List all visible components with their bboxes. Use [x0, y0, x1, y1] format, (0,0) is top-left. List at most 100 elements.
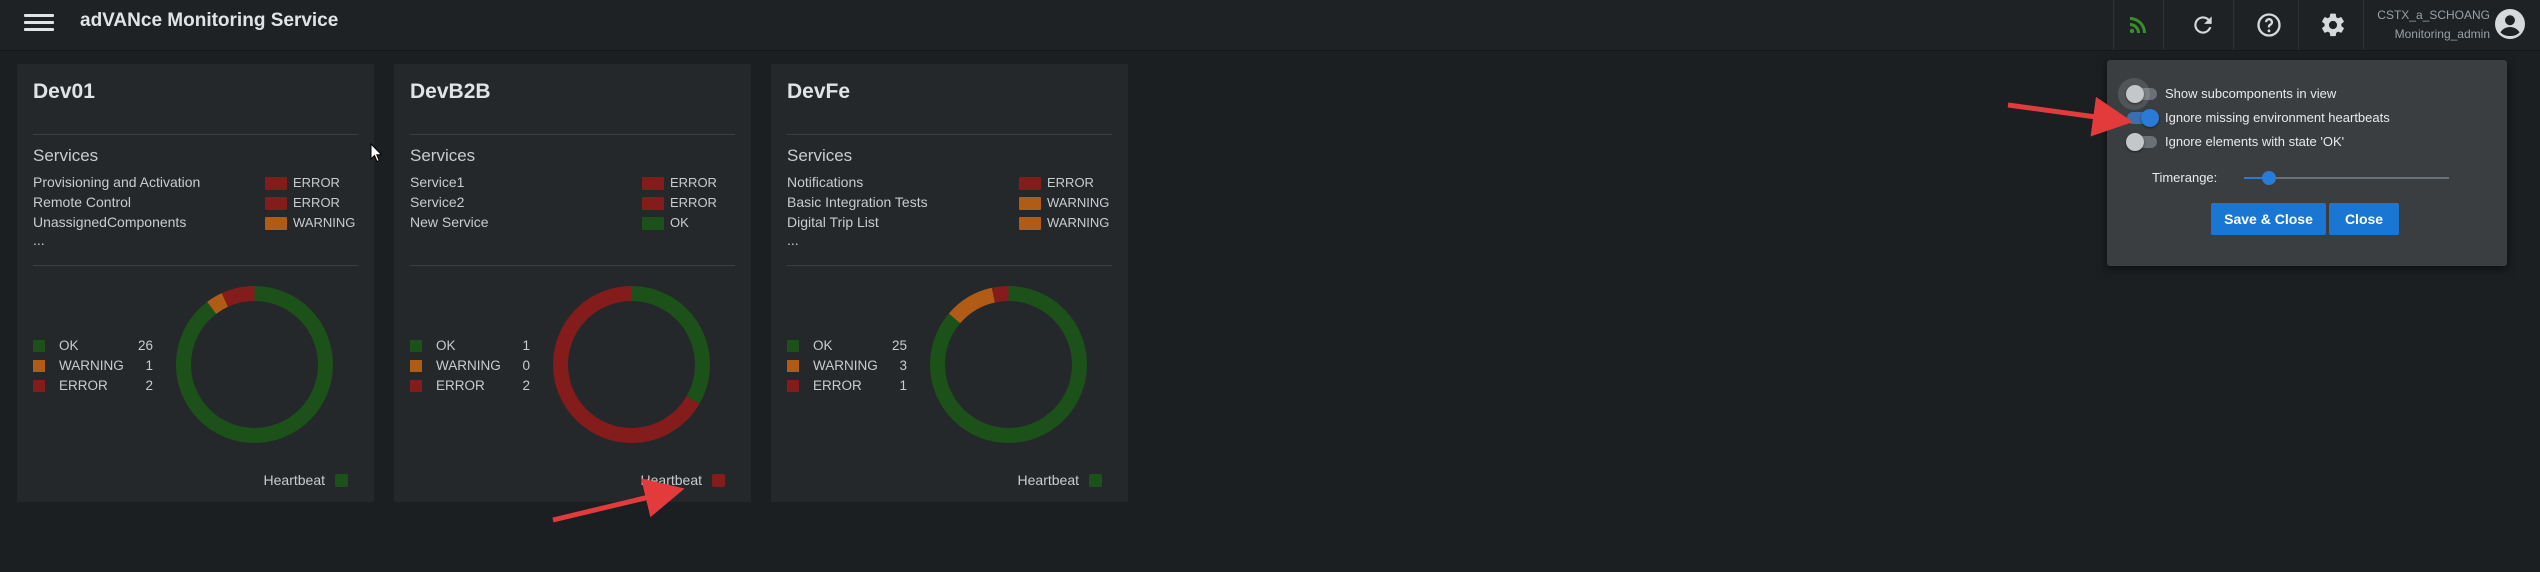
legend-row: ERROR 2 — [410, 376, 535, 396]
legend-count: 3 — [899, 358, 907, 373]
help-icon[interactable] — [2252, 8, 2286, 42]
service-row[interactable]: Basic Integration Tests WARNING — [787, 194, 1122, 214]
donut-segment-ok[interactable] — [176, 286, 333, 443]
service-status-dot — [642, 197, 664, 210]
heartbeat-status-dot — [335, 473, 348, 487]
legend-row: WARNING 3 — [787, 356, 912, 376]
timerange-label: Timerange: — [2152, 170, 2218, 185]
card-title: DevB2B — [410, 80, 491, 103]
heartbeat-label: Heartbeat — [1017, 472, 1079, 488]
toolbar-divider — [2113, 0, 2114, 50]
toggle-switch[interactable] — [2118, 78, 2157, 110]
service-name: UnassignedComponents — [33, 214, 187, 230]
legend-label: ERROR — [813, 378, 862, 393]
legend-swatch — [33, 380, 45, 392]
environment-card[interactable]: DevB2B Services Service1 ERROR Service2 ERR… — [394, 64, 751, 502]
heartbeat-label: Heartbeat — [640, 472, 702, 488]
service-row[interactable]: Service2 ERROR — [410, 194, 745, 214]
service-status: OK — [670, 215, 689, 230]
toolbar-divider — [2163, 0, 2164, 50]
toggle-knob — [2126, 133, 2144, 151]
legend-row: OK 25 — [787, 336, 912, 356]
toggle-label: Show subcomponents in view — [2165, 86, 2337, 101]
service-status-dot — [642, 217, 664, 230]
divider — [410, 134, 735, 135]
more-services-indicator[interactable]: ... — [33, 233, 368, 250]
settings-gear-icon[interactable] — [2316, 8, 2350, 42]
legend-label: WARNING — [59, 358, 124, 373]
service-row[interactable]: Service1 ERROR — [410, 174, 745, 194]
service-status: ERROR — [293, 175, 340, 190]
service-row[interactable]: Provisioning and Activation ERROR — [33, 174, 368, 194]
services-title: Services — [33, 146, 99, 165]
heartbeat-indicator: Heartbeat — [1018, 471, 1102, 488]
service-name: New Service — [410, 214, 489, 230]
user-name: CSTX_a_SCHOANG — [2377, 8, 2490, 22]
legend-swatch — [787, 360, 799, 372]
card-title: DevFe — [787, 80, 851, 103]
service-status: ERROR — [670, 195, 717, 210]
legend-row: WARNING 1 — [33, 356, 158, 376]
legend-count: 25 — [891, 338, 907, 353]
service-status-dot — [1019, 217, 1041, 230]
services-list: Provisioning and Activation ERROR Remote C… — [33, 174, 368, 250]
service-name: Service1 — [410, 174, 465, 190]
toggle-knob — [2141, 109, 2159, 127]
toggle-switch[interactable] — [2127, 109, 2159, 127]
legend-label: WARNING — [813, 358, 878, 373]
heartbeat-status-dot — [1089, 473, 1102, 487]
legend-swatch — [410, 360, 422, 372]
toggle-switch[interactable] — [2126, 133, 2157, 151]
service-row[interactable]: UnassignedComponents WARNING — [33, 214, 368, 234]
service-status: ERROR — [670, 175, 717, 190]
account-circle-icon[interactable] — [2492, 6, 2528, 42]
divider — [787, 134, 1112, 135]
refresh-icon[interactable] — [2186, 8, 2220, 42]
legend-label: ERROR — [436, 378, 485, 393]
legend-row: ERROR 1 — [787, 376, 912, 396]
legend-swatch — [787, 380, 799, 392]
legend-swatch — [410, 340, 422, 352]
mouse-cursor-icon — [370, 143, 383, 163]
card-title: Dev01 — [33, 80, 95, 103]
legend-count: 26 — [137, 338, 153, 353]
heartbeat-indicator: Heartbeat — [641, 471, 725, 488]
service-status: WARNING — [293, 215, 356, 230]
top-app-bar: adVANce Monitoring Service CSTX_a_SCHOAN… — [0, 0, 2540, 51]
timerange-slider[interactable] — [2244, 171, 2449, 185]
service-status-dot — [1019, 197, 1041, 210]
services-title: Services — [787, 146, 853, 165]
toolbar-divider — [2363, 0, 2364, 50]
service-status-dot — [265, 177, 287, 190]
status-donut-chart — [176, 286, 333, 443]
legend-row: ERROR 2 — [33, 376, 158, 396]
legend-row: OK 1 — [410, 336, 535, 356]
more-services-indicator[interactable]: ... — [787, 233, 1122, 250]
save-and-close-button[interactable]: Save & Close — [2211, 203, 2326, 235]
status-legend: OK 1 WARNING 0 ERROR 2 — [410, 336, 535, 396]
service-row[interactable]: Notifications ERROR — [787, 174, 1122, 194]
status-donut-chart — [553, 286, 710, 443]
service-status-dot — [642, 177, 664, 190]
environment-card[interactable]: Dev01 Services Provisioning and Activati… — [17, 64, 374, 502]
service-status-dot — [1019, 177, 1041, 190]
service-row[interactable]: Digital Trip List WARNING — [787, 214, 1122, 234]
heartbeat-label: Heartbeat — [263, 472, 325, 488]
services-title: Services — [410, 146, 476, 165]
heartbeat-status-dot — [712, 473, 725, 487]
legend-count: 2 — [145, 378, 153, 393]
rss-feed-icon[interactable] — [2121, 8, 2155, 42]
service-status: WARNING — [1047, 215, 1110, 230]
environment-card[interactable]: DevFe Services Notifications ERROR Basic I… — [771, 64, 1128, 502]
close-button[interactable]: Close — [2329, 203, 2399, 235]
menu-icon[interactable] — [24, 10, 54, 34]
divider — [410, 265, 735, 266]
service-status: ERROR — [293, 195, 340, 210]
heartbeat-indicator: Heartbeat — [264, 471, 348, 488]
service-name: Service2 — [410, 194, 465, 210]
app-title: adVANce Monitoring Service — [80, 10, 339, 31]
service-row[interactable]: New Service OK — [410, 214, 745, 234]
legend-count: 1 — [899, 378, 907, 393]
slider-thumb[interactable] — [2261, 171, 2276, 185]
service-row[interactable]: Remote Control ERROR — [33, 194, 368, 214]
